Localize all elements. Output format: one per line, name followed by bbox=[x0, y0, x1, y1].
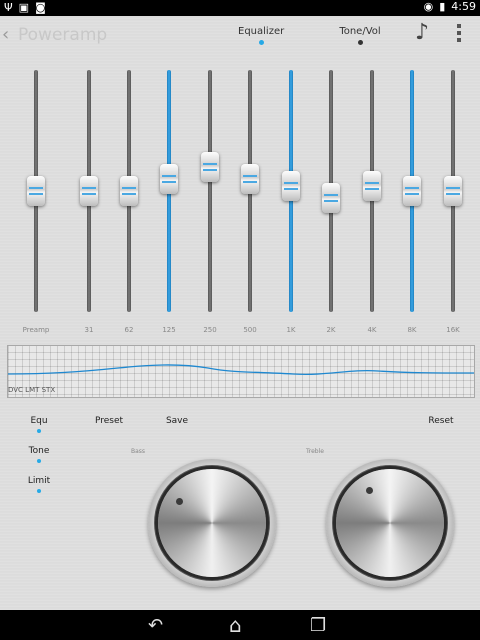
navigation-bar: ↶ ⌂ ❐ bbox=[0, 610, 480, 640]
home-icon[interactable]: ⌂ bbox=[229, 613, 242, 637]
eq-curve-line bbox=[8, 364, 474, 375]
slider-thumb[interactable] bbox=[241, 163, 259, 194]
tone-label: Tone bbox=[28, 446, 50, 456]
eq-slider-31[interactable]: 31 bbox=[74, 70, 104, 336]
tab-indicator bbox=[357, 40, 363, 45]
treble-knob-cap bbox=[336, 469, 444, 577]
slider-thumb[interactable] bbox=[160, 163, 178, 194]
eq-slider-250[interactable]: 250 bbox=[195, 70, 225, 336]
eq-slider-2k[interactable]: 2K bbox=[316, 70, 346, 336]
recents-icon[interactable]: ❐ bbox=[310, 615, 326, 636]
status-bar: Ψ ▣ ◙ ◉ ▮ 4:59 bbox=[0, 0, 480, 16]
status-icons-right: ◉ ▮ 4:59 bbox=[424, 0, 476, 13]
slider-thumb[interactable] bbox=[120, 176, 138, 206]
battery-icon: ▮ bbox=[439, 0, 446, 13]
action-bar: ‹ Poweramp Equalizer Tone/Vol ♪ bbox=[0, 16, 480, 56]
slider-thumb[interactable] bbox=[80, 176, 98, 206]
slider-thumb[interactable] bbox=[322, 183, 340, 214]
tab-equalizer-label: Equalizer bbox=[238, 26, 285, 37]
slider-label: 16K bbox=[446, 326, 460, 334]
equ-toggle[interactable]: Equ bbox=[24, 416, 54, 433]
slider-thumb[interactable] bbox=[201, 151, 219, 182]
slider-thumb[interactable] bbox=[444, 176, 462, 206]
usb-icon: Ψ bbox=[4, 1, 13, 14]
tone-indicator bbox=[37, 459, 41, 463]
equ-indicator bbox=[37, 429, 41, 433]
eq-slider-62[interactable]: 62 bbox=[114, 70, 144, 336]
equalizer-panel: Preamp 31 62 125 250 500 1K 2K 4K 8K 16K bbox=[0, 56, 480, 348]
save-label: Save bbox=[165, 416, 189, 426]
sync-icon: ◉ bbox=[423, 0, 434, 13]
tab-tone-vol-label: Tone/Vol bbox=[339, 26, 381, 37]
equ-label: Equ bbox=[30, 416, 48, 426]
slider-track[interactable] bbox=[208, 70, 212, 312]
app-title: Poweramp bbox=[18, 25, 108, 45]
slider-thumb[interactable] bbox=[403, 176, 421, 206]
status-icons-left: Ψ ▣ ◙ bbox=[4, 1, 46, 14]
back-icon[interactable]: ↶ bbox=[148, 615, 163, 636]
bass-knob[interactable] bbox=[148, 459, 276, 587]
slider-label: Preamp bbox=[22, 326, 50, 334]
treble-knob-indicator bbox=[366, 487, 373, 494]
save-button[interactable]: Save bbox=[160, 416, 194, 426]
bass-label: Bass bbox=[131, 448, 146, 455]
reset-button[interactable]: Reset bbox=[422, 416, 460, 426]
image-icon: ▣ bbox=[18, 1, 30, 14]
eq-slider-8k[interactable]: 8K bbox=[397, 70, 427, 336]
curve-caption: DVC LMT STX bbox=[8, 386, 56, 394]
music-note-icon[interactable]: ♪ bbox=[415, 20, 429, 45]
slider-thumb[interactable] bbox=[282, 171, 300, 202]
eq-slider-16k[interactable]: 16K bbox=[438, 70, 468, 336]
tone-toggle[interactable]: Tone bbox=[24, 446, 54, 463]
status-time: 4:59 bbox=[451, 0, 476, 13]
preset-label: Preset bbox=[94, 416, 124, 426]
tab-equalizer[interactable]: Equalizer bbox=[238, 26, 284, 45]
tab-selected-indicator bbox=[258, 40, 264, 45]
preset-button[interactable]: Preset bbox=[88, 416, 130, 426]
reset-label: Reset bbox=[428, 416, 454, 426]
limit-label: Limit bbox=[27, 476, 51, 486]
back-chevron-icon[interactable]: ‹ bbox=[2, 24, 9, 45]
tab-tone-vol[interactable]: Tone/Vol bbox=[334, 26, 386, 45]
android-cat-icon: ◙ bbox=[35, 1, 46, 14]
eq-slider-4k[interactable]: 4K bbox=[357, 70, 387, 336]
eq-slider-125[interactable]: 125 bbox=[154, 70, 184, 336]
overflow-menu-icon[interactable] bbox=[456, 24, 462, 42]
app-window: ‹ Poweramp Equalizer Tone/Vol ♪ Preamp 31… bbox=[0, 16, 480, 610]
slider-thumb[interactable] bbox=[27, 176, 45, 206]
treble-label: Treble bbox=[306, 448, 324, 455]
eq-curve-graph bbox=[7, 345, 475, 398]
bass-knob-cap bbox=[158, 469, 266, 577]
bass-knob-indicator bbox=[176, 498, 183, 505]
limit-toggle[interactable]: Limit bbox=[24, 476, 54, 493]
limit-indicator bbox=[37, 489, 41, 493]
eq-slider-500[interactable]: 500 bbox=[235, 70, 265, 336]
eq-slider-preamp[interactable]: Preamp bbox=[21, 70, 51, 336]
treble-knob[interactable] bbox=[326, 459, 454, 587]
slider-thumb[interactable] bbox=[363, 171, 381, 202]
eq-slider-1k[interactable]: 1K bbox=[276, 70, 306, 336]
